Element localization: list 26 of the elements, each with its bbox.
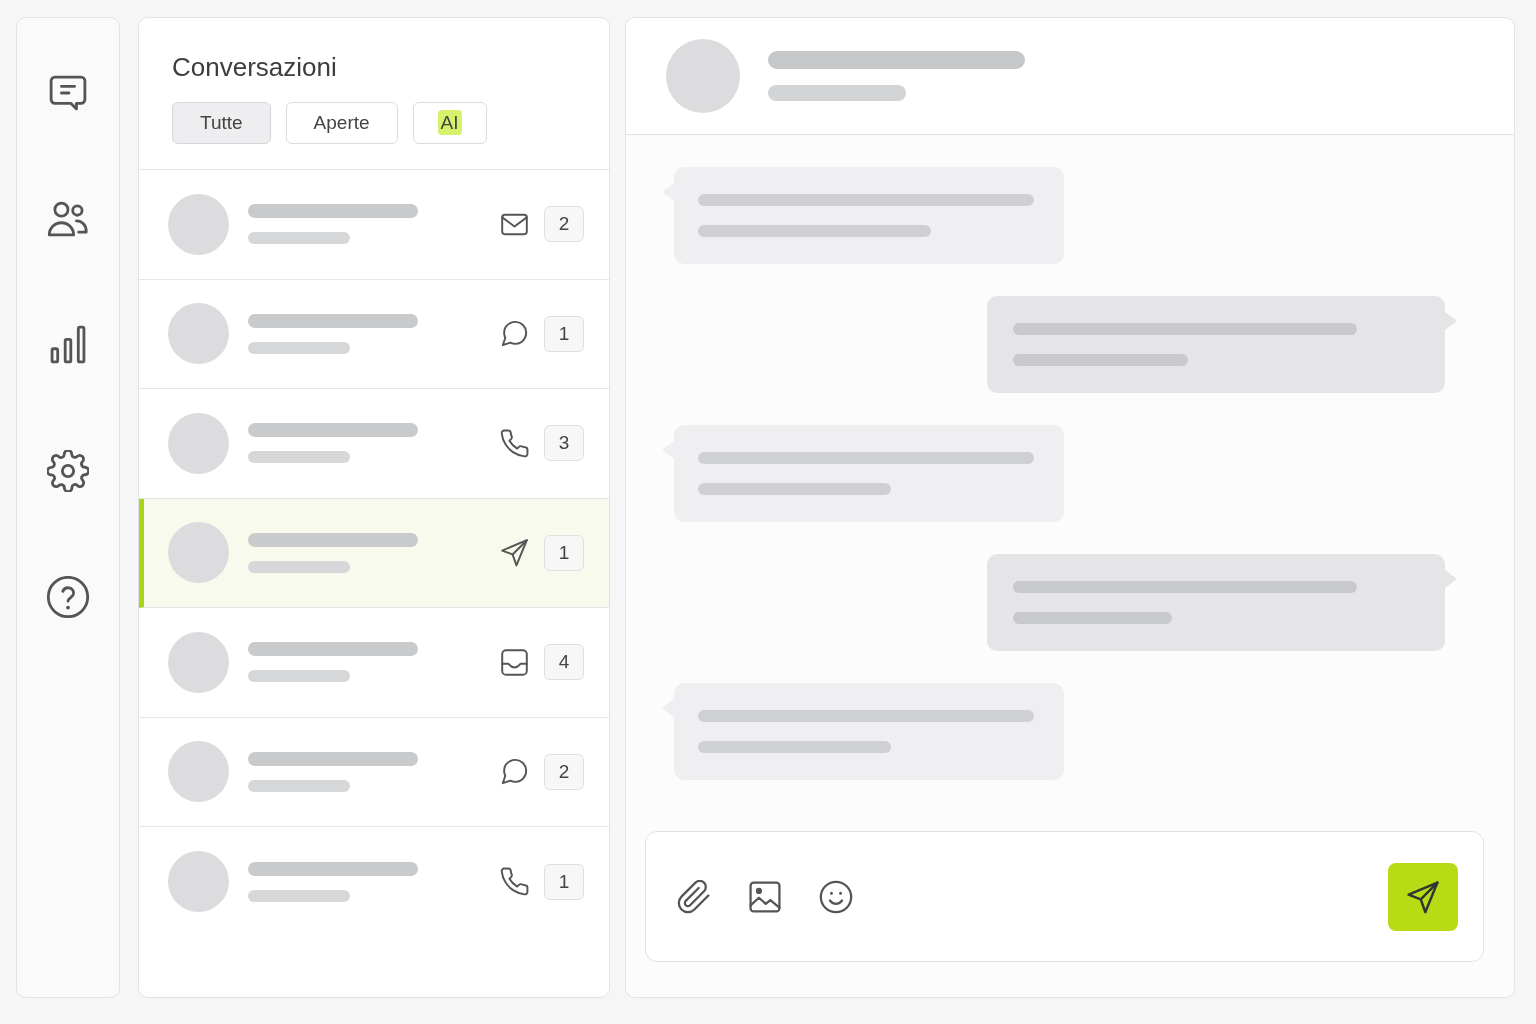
phone-icon xyxy=(500,867,529,897)
filter-tab[interactable]: Aperte xyxy=(285,102,398,144)
image-icon[interactable] xyxy=(748,879,782,914)
count-badge: 1 xyxy=(544,863,584,900)
send-icon xyxy=(1406,879,1440,914)
filter-tab[interactable]: Tutte xyxy=(172,102,271,144)
emoji-icon[interactable] xyxy=(819,879,853,914)
speech-bubble-icon xyxy=(500,757,529,787)
count-badge: 2 xyxy=(544,753,584,790)
phone-icon xyxy=(500,428,529,458)
count-badge: 2 xyxy=(544,206,584,243)
conversation-row[interactable]: 1 xyxy=(139,498,609,608)
inbox-icon xyxy=(500,647,529,677)
panel-title: Conversazioni xyxy=(172,51,337,84)
paperclip-icon[interactable] xyxy=(677,879,711,914)
paper-plane-icon xyxy=(500,538,529,568)
count-badge: 1 xyxy=(544,315,584,352)
send-button[interactable] xyxy=(1388,862,1458,931)
count-badge: 1 xyxy=(544,534,584,571)
settings-icon[interactable] xyxy=(47,450,89,492)
speech-bubble-icon xyxy=(500,319,529,349)
help-icon[interactable] xyxy=(47,576,89,618)
count-badge: 3 xyxy=(544,425,584,462)
message-input-field[interactable] xyxy=(645,831,1484,962)
count-badge: 4 xyxy=(544,644,584,681)
filter-tab[interactable]: AI xyxy=(412,102,487,144)
